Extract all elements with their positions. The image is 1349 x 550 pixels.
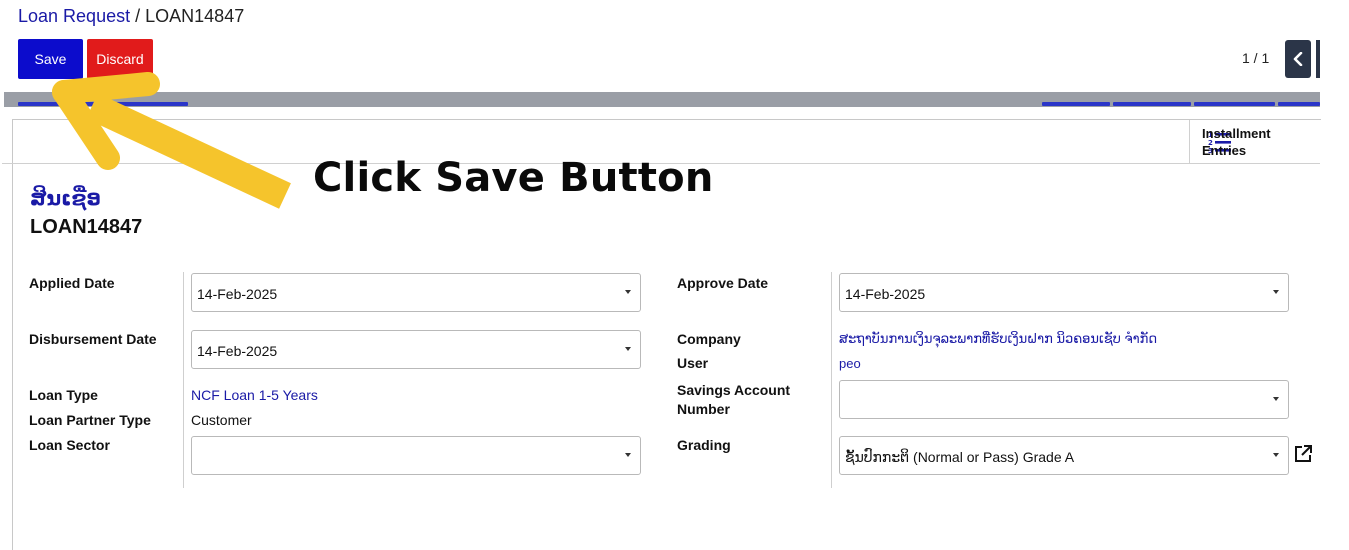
annotation-text: Click Save Button <box>313 155 714 201</box>
external-link-icon[interactable] <box>1293 444 1313 464</box>
grading-select[interactable]: ຊັ້ນປົກກະຕິ (Normal or Pass) Grade A <box>839 436 1289 475</box>
user-label: User <box>677 355 709 371</box>
breadcrumb-separator: / <box>135 6 141 26</box>
pager-value: 1 / 1 <box>1242 50 1270 66</box>
loan-partner-type-value: Customer <box>191 412 252 428</box>
approve-date-value: 14-Feb-2025 <box>845 286 926 302</box>
applied-date-label: Applied Date <box>29 275 115 291</box>
statusbar-button[interactable] <box>18 102 188 106</box>
pager-next-button[interactable] <box>1316 40 1320 78</box>
disbursement-date-value: 14-Feb-2025 <box>197 343 278 359</box>
discard-button[interactable]: Discard <box>87 39 153 79</box>
loan-sector-select[interactable] <box>191 436 641 475</box>
pager-previous-button[interactable] <box>1285 40 1311 78</box>
breadcrumb: Loan Request / LOAN14847 <box>18 6 244 27</box>
installment-entries-label-line1: Installment <box>1202 125 1271 141</box>
installment-entries-label-line2: Entries <box>1202 142 1247 158</box>
loan-type-label: Loan Type <box>29 387 98 403</box>
caret-down-icon <box>625 453 631 457</box>
statusbar <box>4 92 1320 107</box>
applied-date-value: 14-Feb-2025 <box>197 286 278 302</box>
caret-down-icon <box>625 347 631 351</box>
caret-down-icon <box>1273 290 1279 294</box>
caret-down-icon <box>625 290 631 294</box>
statusbar-stage[interactable] <box>1113 102 1191 106</box>
grading-value: ຊັ້ນປົກກະຕິ (Normal or Pass) Grade A <box>845 449 1075 465</box>
savings-account-label-line1: Savings Account <box>677 382 791 398</box>
approve-date-input[interactable]: 14-Feb-2025 <box>839 273 1289 312</box>
user-link[interactable]: peo <box>839 356 861 371</box>
grading-label: Grading <box>677 437 731 453</box>
company-link[interactable]: ສະຖາບັນການເງິນຈຸລະພາກທີ່ຮັບເງິນຝາກ ນິວຄອ… <box>839 331 1157 347</box>
record-title-id: LOAN14847 <box>30 216 143 238</box>
save-button[interactable]: Save <box>18 39 83 79</box>
approve-date-label: Approve Date <box>677 275 769 291</box>
caret-down-icon <box>1273 397 1279 401</box>
disbursement-date-label: Disbursement Date <box>29 331 157 347</box>
loan-type-link[interactable]: NCF Loan 1-5 Years <box>191 387 318 403</box>
installment-entries-button[interactable]: 1 2 3 Installment Entries <box>1189 120 1321 163</box>
loan-sector-label: Loan Sector <box>29 437 110 453</box>
statusbar-stage[interactable] <box>1194 102 1275 106</box>
savings-account-select[interactable] <box>839 380 1289 419</box>
savings-account-label-line2: Number <box>677 401 730 417</box>
loan-partner-type-label: Loan Partner Type <box>29 412 151 428</box>
chevron-left-icon <box>1293 52 1303 66</box>
statusbar-stage[interactable] <box>1042 102 1110 106</box>
company-label: Company <box>677 331 741 347</box>
applied-date-input[interactable]: 14-Feb-2025 <box>191 273 641 312</box>
right-column-divider <box>831 272 832 488</box>
breadcrumb-loan-request-link[interactable]: Loan Request <box>18 6 130 26</box>
installment-entries-label: Installment Entries <box>1202 125 1282 159</box>
savings-account-label: Savings Account Number <box>677 381 790 419</box>
disbursement-date-input[interactable]: 14-Feb-2025 <box>191 330 641 369</box>
breadcrumb-current: LOAN14847 <box>145 6 245 26</box>
record-title-lao: ສິນເຊື່ອ <box>30 188 101 210</box>
statusbar-stage[interactable] <box>1278 102 1320 106</box>
caret-down-icon <box>1273 453 1279 457</box>
left-column-divider <box>183 272 184 488</box>
